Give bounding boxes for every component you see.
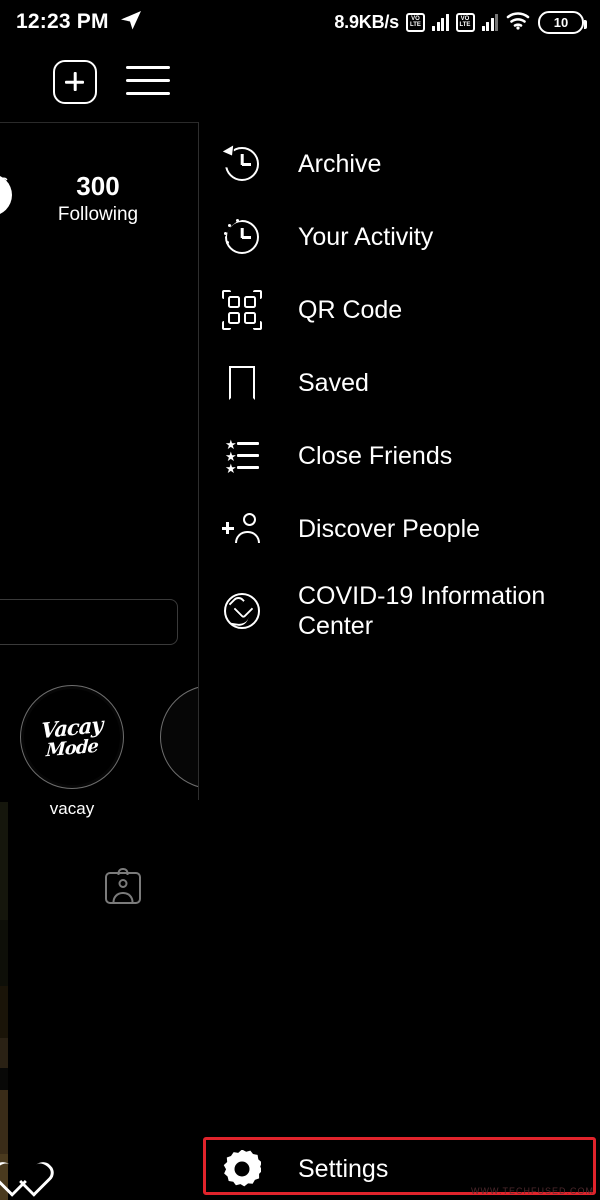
menu-item-label: Discover People <box>298 515 481 543</box>
status-bar: 12:23 PM 8.9KB/s VO LTE VO LTE 10 <box>0 0 600 44</box>
story-highlight-cover: Vacay Mode <box>24 689 120 785</box>
menu-item-label: COVID-19 Information Center <box>298 582 546 640</box>
activity-clock-icon <box>221 216 263 258</box>
following-label: Following <box>57 204 139 225</box>
menu-item-label: Archive <box>298 150 382 178</box>
edit-profile-button[interactable] <box>0 599 178 645</box>
story-highlights: Vacay Mode vacay N <box>0 685 198 818</box>
profile-menu-panel: Archive Your Activity QR Code Saved ★ ★ … <box>199 122 600 1200</box>
story-highlight-n[interactable]: N <box>160 685 198 819</box>
add-post-icon[interactable] <box>53 60 97 104</box>
phone-screen: 12:23 PM 8.9KB/s VO LTE VO LTE 10 s 300 … <box>0 0 600 1200</box>
story-highlight-ring <box>160 685 198 789</box>
stat-followers[interactable]: ers <box>0 170 28 228</box>
volte-sim2-icon: VO LTE <box>455 12 475 32</box>
status-time: 12:23 PM <box>16 10 109 33</box>
profile-stats: ers 300 Following <box>0 170 198 228</box>
app-bar <box>0 44 600 122</box>
volte-sim1-icon: VO LTE <box>406 12 425 32</box>
battery-indicator: 10 <box>538 10 587 34</box>
signal-sim2-icon <box>481 13 498 31</box>
tagged-photos-icon[interactable] <box>105 868 141 904</box>
hamburger-menu-icon[interactable] <box>126 64 170 100</box>
menu-item-close-friends[interactable]: ★ ★ ★ Close Friends <box>199 420 600 492</box>
menu-item-label: Saved <box>298 369 369 397</box>
following-count: 300 <box>76 171 120 201</box>
archive-clock-icon <box>221 143 263 185</box>
menu-item-discover-people[interactable]: Discover People <box>199 493 600 565</box>
stat-following[interactable]: 300 Following <box>28 170 168 228</box>
menu-item-archive[interactable]: Archive <box>199 128 600 200</box>
menu-item-label: Close Friends <box>298 442 453 470</box>
watermark: WWW.TECHFUSED.COM <box>471 1186 594 1196</box>
status-bar-left: 12:23 PM <box>16 8 143 37</box>
signal-sim1-icon <box>432 13 449 31</box>
story-highlight-label: N <box>160 799 198 819</box>
add-person-icon <box>221 508 263 550</box>
menu-item-label: QR Code <box>298 296 403 324</box>
menu-item-label: Settings <box>298 1154 389 1183</box>
menu-item-covid-info[interactable]: COVID-19 Information Center <box>199 566 600 656</box>
gear-icon <box>221 1148 263 1190</box>
menu-item-saved[interactable]: Saved <box>199 347 600 419</box>
wifi-icon <box>505 10 531 35</box>
heart-icon[interactable] <box>5 1148 41 1180</box>
star-list-icon: ★ ★ ★ <box>221 435 263 477</box>
profile-column: ers 300 Following Vacay Mode vacay <box>0 122 198 1200</box>
menu-item-label: Your Activity <box>298 223 434 251</box>
story-highlight-vacay[interactable]: Vacay Mode vacay <box>20 685 124 819</box>
highlight-art-line2: Mode <box>45 735 99 762</box>
bookmark-icon <box>221 362 263 404</box>
followers-label: ers <box>0 172 9 193</box>
menu-item-your-activity[interactable]: Your Activity <box>199 201 600 273</box>
send-icon <box>119 8 143 37</box>
story-highlight-ring: Vacay Mode <box>20 685 124 789</box>
qr-code-icon <box>221 289 263 331</box>
menu-item-qr-code[interactable]: QR Code <box>199 274 600 346</box>
status-bar-right: 8.9KB/s VO LTE VO LTE 10 <box>334 10 587 35</box>
network-speed: 8.9KB/s <box>334 11 399 32</box>
heart-circle-icon <box>221 590 263 632</box>
bottom-nav-bar <box>0 1130 198 1200</box>
story-highlight-label: vacay <box>49 799 95 818</box>
